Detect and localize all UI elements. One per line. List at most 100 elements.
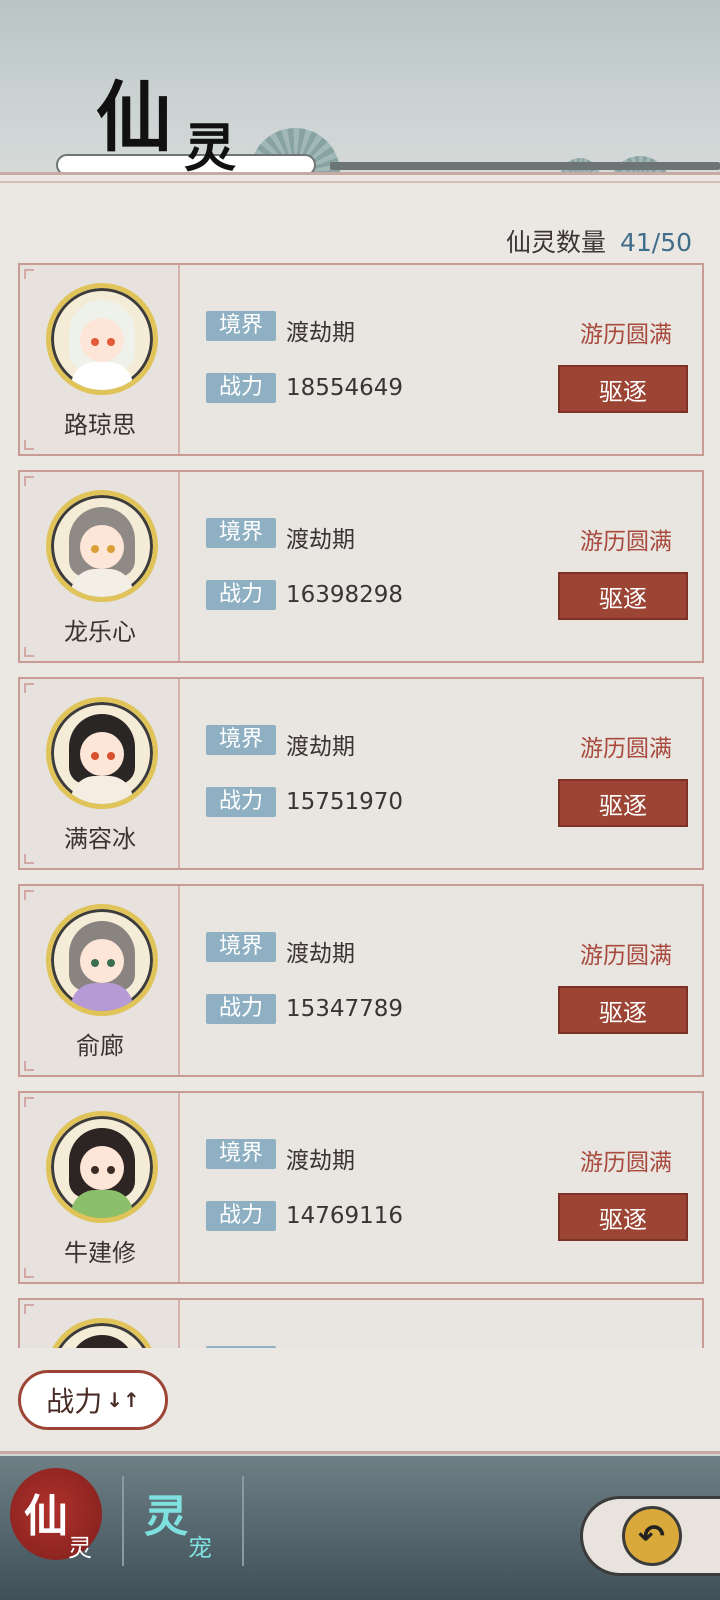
title-char-1: 仙 xyxy=(96,73,172,162)
avatar-eye xyxy=(107,545,115,553)
power-value: 15347789 xyxy=(286,996,404,1022)
avatar[interactable] xyxy=(46,904,158,1016)
tab-pets[interactable]: 灵 宠 xyxy=(130,1468,240,1578)
avatar-body xyxy=(71,776,133,804)
power-tag: 战力 xyxy=(206,1201,276,1231)
realm-tag: 境界 xyxy=(206,725,276,755)
spirit-name: 龙乐心 xyxy=(64,618,136,646)
dismiss-button[interactable]: 驱逐 xyxy=(558,1193,688,1241)
sort-label: 战力 xyxy=(46,1385,103,1418)
realm-value: 渡劫期 xyxy=(286,941,355,967)
spirit-portrait-panel: 路琼思 xyxy=(20,265,180,454)
spirit-card[interactable]: 牛建修 境界 渡劫期 战力 14769116 游历圆满 驱逐 xyxy=(18,1091,704,1284)
realm-value: 渡劫期 xyxy=(286,527,355,553)
spirit-card[interactable]: 路琼思 境界 渡劫期 战力 18554649 游历圆满 驱逐 xyxy=(18,263,704,456)
dismiss-button[interactable]: 驱逐 xyxy=(558,365,688,413)
corner-ornament xyxy=(24,440,34,450)
avatar-eye xyxy=(107,338,115,346)
avatar-eye xyxy=(91,752,99,760)
spirit-name: 俞廊 xyxy=(76,1032,124,1060)
corner-ornament xyxy=(24,476,34,486)
spirit-portrait-panel: 满容冰 xyxy=(20,679,180,868)
back-button[interactable]: ↶ xyxy=(580,1496,720,1576)
corner-ornament xyxy=(24,890,34,900)
avatar-eye xyxy=(107,959,115,967)
spirit-portrait-panel xyxy=(20,1300,180,1348)
power-value: 18554649 xyxy=(286,375,404,401)
avatar[interactable] xyxy=(46,697,158,809)
power-value: 15751970 xyxy=(286,789,404,815)
title-char-2: 灵 xyxy=(184,118,237,179)
avatar-face xyxy=(80,939,124,983)
dismiss-button[interactable]: 驱逐 xyxy=(558,572,688,620)
spirit-card[interactable]: 境界 渡劫期 战力 驱逐 xyxy=(18,1298,704,1348)
travel-status: 游历圆满 xyxy=(580,322,672,348)
realm-tag: 境界 xyxy=(206,311,276,341)
corner-ornament xyxy=(24,1304,34,1314)
spirit-portrait-panel: 牛建修 xyxy=(20,1093,180,1282)
avatar-face xyxy=(80,1146,124,1190)
realm-value: 渡劫期 xyxy=(286,734,355,760)
tab-pets-char-2: 宠 xyxy=(188,1534,212,1562)
spirit-name: 满容冰 xyxy=(64,825,136,853)
avatar[interactable] xyxy=(46,1318,158,1348)
corner-ornament xyxy=(24,683,34,693)
dismiss-button[interactable]: 驱逐 xyxy=(558,986,688,1034)
travel-status: 游历圆满 xyxy=(580,529,672,555)
power-value: 14769116 xyxy=(286,1203,404,1229)
spirit-count: 仙灵数量 41/50 xyxy=(506,223,692,259)
spirit-count-label: 仙灵数量 xyxy=(505,228,606,257)
power-tag: 战力 xyxy=(206,580,276,610)
tab-spirits-char-1: 仙 xyxy=(24,1491,68,1542)
power-value: 16398298 xyxy=(286,582,404,608)
avatar[interactable] xyxy=(46,283,158,395)
travel-status: 游历圆满 xyxy=(580,1150,672,1176)
avatar-face xyxy=(80,525,124,569)
avatar-body xyxy=(71,1190,133,1218)
avatar-hair xyxy=(69,1335,135,1348)
spirit-list[interactable]: 路琼思 境界 渡劫期 战力 18554649 游历圆满 驱逐 龙乐心 境界 渡劫… xyxy=(16,263,706,1348)
spirit-card[interactable]: 满容冰 境界 渡劫期 战力 15751970 游历圆满 驱逐 xyxy=(18,677,704,870)
avatar-body xyxy=(71,569,133,597)
power-tag: 战力 xyxy=(206,994,276,1024)
spirit-card[interactable]: 俞廊 境界 渡劫期 战力 15347789 游历圆满 驱逐 xyxy=(18,884,704,1077)
tab-divider xyxy=(242,1476,244,1566)
realm-value: 渡劫期 xyxy=(286,320,355,346)
corner-ornament xyxy=(24,854,34,864)
sort-by-power-button[interactable]: 战力 ↓↑ xyxy=(18,1370,168,1430)
avatar[interactable] xyxy=(46,1111,158,1223)
corner-ornament xyxy=(24,269,34,279)
power-tag: 战力 xyxy=(206,373,276,403)
avatar[interactable] xyxy=(46,490,158,602)
avatar-eye xyxy=(107,752,115,760)
avatar-face xyxy=(80,732,124,776)
travel-status: 游历圆满 xyxy=(580,736,672,762)
realm-tag: 境界 xyxy=(206,1346,276,1348)
realm-tag: 境界 xyxy=(206,932,276,962)
avatar-eye xyxy=(91,1166,99,1174)
avatar-eye xyxy=(91,959,99,967)
corner-ornament xyxy=(24,1268,34,1278)
avatar-body xyxy=(71,362,133,390)
spirit-card[interactable]: 龙乐心 境界 渡劫期 战力 16398298 游历圆满 驱逐 xyxy=(18,470,704,663)
spirit-name: 牛建修 xyxy=(64,1239,136,1267)
corner-ornament xyxy=(24,647,34,657)
corner-ornament xyxy=(24,1097,34,1107)
spirit-list-panel: 仙灵数量 41/50 路琼思 境界 渡劫期 战力 18554649 游历圆满 驱 xyxy=(0,172,720,1454)
tab-spirits-char-2: 灵 xyxy=(68,1534,92,1562)
spirit-portrait-panel: 俞廊 xyxy=(20,886,180,1075)
avatar-body xyxy=(71,983,133,1011)
tab-spirits[interactable]: 仙 灵 xyxy=(10,1468,120,1578)
tab-pets-char-1: 灵 xyxy=(144,1491,188,1542)
avatar-eye xyxy=(107,1166,115,1174)
avatar-eye xyxy=(91,545,99,553)
realm-value: 渡劫期 xyxy=(286,1148,355,1174)
corner-ornament xyxy=(24,1061,34,1071)
spirit-count-value: 41/50 xyxy=(619,228,692,257)
travel-status: 游历圆满 xyxy=(580,943,672,969)
dismiss-button[interactable]: 驱逐 xyxy=(558,779,688,827)
spirit-name: 路琼思 xyxy=(64,411,136,439)
header-divider xyxy=(330,162,720,170)
sort-arrows-icon: ↓↑ xyxy=(106,1388,140,1412)
power-tag: 战力 xyxy=(206,787,276,817)
